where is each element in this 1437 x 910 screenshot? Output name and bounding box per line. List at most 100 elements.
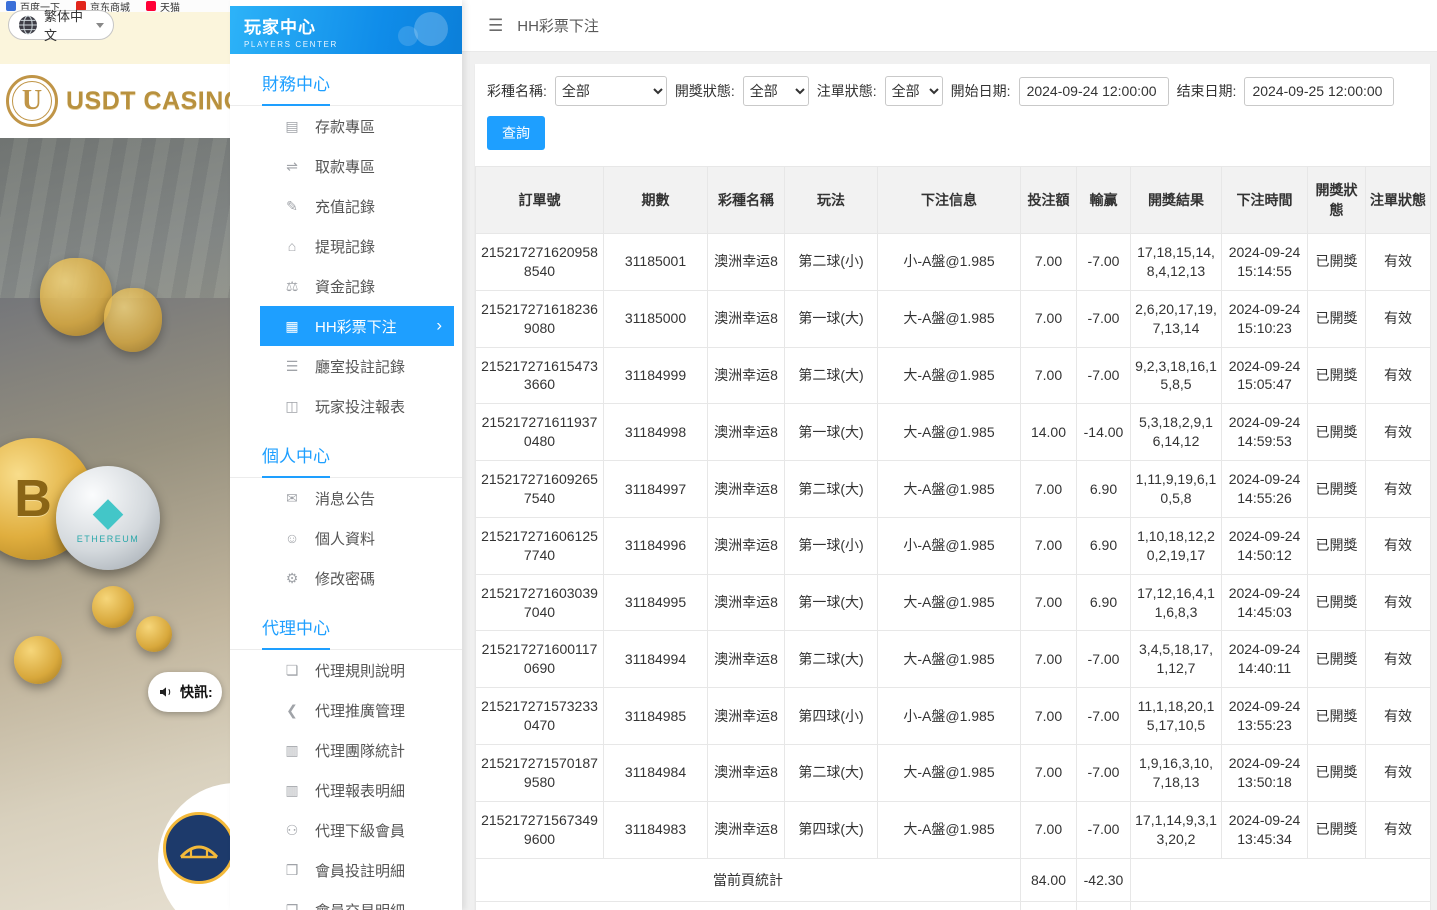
cell-bet-amount: 7.00: [1021, 801, 1077, 858]
cell-bet-amount: 7.00: [1021, 290, 1077, 347]
cell-play-type: 第二球(大): [785, 347, 878, 404]
sidebar-item[interactable]: ▥代理團隊統計: [230, 730, 462, 770]
gold-coin-decoration: [14, 636, 62, 684]
cell-draw-result: 5,3,18,2,9,16,14,12: [1131, 404, 1222, 461]
bookmark-favicon-icon: [146, 1, 156, 11]
sidebar-item[interactable]: ▤存款專區: [230, 106, 462, 146]
gold-coin-decoration: [136, 616, 172, 652]
sidebar-item[interactable]: ⚙修改密碼: [230, 558, 462, 598]
summary-bet-amount: 84.00: [1021, 858, 1077, 902]
sidebar-item[interactable]: ▥代理報表明細: [230, 770, 462, 810]
bet-row: 215217271603039704031184995澳洲幸运8第一球(大)大-…: [476, 574, 1431, 631]
cell-bet-info: 大-A盤@1.985: [878, 745, 1021, 802]
content-card: 彩種名稱: 全部 開獎狀態: 全部 注單狀態: 全部 開始日期: 结束日期: 查…: [475, 64, 1430, 910]
cell-bet-time: 2024-09-24 14:50:12: [1222, 517, 1308, 574]
sidebar-item[interactable]: ☺個人資料: [230, 518, 462, 558]
chevron-down-icon: [96, 23, 104, 28]
cell-bet-time: 2024-09-24 13:45:34: [1222, 801, 1308, 858]
cell-bet-info: 大-A盤@1.985: [878, 801, 1021, 858]
summary-label: 總統計: [476, 902, 1021, 910]
player-report-icon: ◫: [282, 398, 302, 415]
cell-play-type: 第一球(小): [785, 517, 878, 574]
col-header-order-no: 訂單號: [476, 167, 604, 234]
cell-lottery-name: 澳洲幸运8: [708, 404, 785, 461]
cell-bet-amount: 7.00: [1021, 461, 1077, 518]
sidebar-item[interactable]: ✉消息公告: [230, 478, 462, 518]
sidebar-item[interactable]: ❮代理推廣管理: [230, 690, 462, 730]
topbar: ☰ HH彩票下注: [462, 0, 1437, 52]
order-status-select[interactable]: 全部: [885, 76, 943, 106]
sidebar-item[interactable]: ⇌取款專區: [230, 146, 462, 186]
cell-period: 31184996: [604, 517, 708, 574]
notice-icon: ✉: [282, 490, 302, 507]
cell-draw-result: 1,11,9,19,6,10,5,8: [1131, 461, 1222, 518]
floating-widget[interactable]: [158, 783, 230, 910]
sidebar-item[interactable]: ⌂提現記錄: [230, 226, 462, 266]
bet-row: 215217271618236908031185000澳洲幸运8第一球(大)大-…: [476, 290, 1431, 347]
sidebar-item[interactable]: ◫ 玩家投注報表: [230, 386, 462, 426]
sidebar-item-label: HH彩票下注: [315, 316, 397, 337]
sidebar-item-label: 玩家投注報表: [315, 396, 405, 417]
cell-draw-status: 已開獎: [1308, 290, 1366, 347]
cell-lottery-name: 澳洲幸运8: [708, 290, 785, 347]
order-status-filter-label: 注單狀態:: [817, 81, 877, 101]
cell-draw-status: 已開獎: [1308, 631, 1366, 688]
cell-draw-status: 已開獎: [1308, 404, 1366, 461]
player-center-sidebar: 玩家中心 PLAYERS CENTER 財務中心▤存款專區⇌取款專區✎充值記錄⌂…: [230, 0, 462, 910]
cell-period: 31185001: [604, 234, 708, 291]
bookmark-item[interactable]: 天猫: [146, 0, 180, 12]
cell-draw-status: 已開獎: [1308, 745, 1366, 802]
col-header-order-status: 注單狀態: [1366, 167, 1431, 234]
cell-bet-info: 小-A盤@1.985: [878, 234, 1021, 291]
cell-win-loss: -7.00: [1077, 234, 1131, 291]
end-date-input[interactable]: [1244, 77, 1394, 106]
hamburger-menu-icon[interactable]: ☰: [488, 16, 503, 36]
sidebar-item[interactable]: ✎充值記錄: [230, 186, 462, 226]
cell-draw-status: 已開獎: [1308, 234, 1366, 291]
cell-order-status: 有效: [1366, 404, 1431, 461]
cell-order-no: 2152172716001170690: [476, 631, 604, 688]
cell-bet-time: 2024-09-24 14:55:26: [1222, 461, 1308, 518]
sidebar-item[interactable]: ❒會員投註明細: [230, 850, 462, 890]
language-selector[interactable]: 繁体中文: [8, 10, 114, 40]
lottery-select[interactable]: 全部: [555, 76, 667, 106]
cell-win-loss: -14.00: [1077, 404, 1131, 461]
cell-bet-amount: 7.00: [1021, 517, 1077, 574]
cell-bet-amount: 7.00: [1021, 234, 1077, 291]
sidebar-item[interactable]: ⚖資金記錄: [230, 266, 462, 306]
cell-bet-amount: 7.00: [1021, 688, 1077, 745]
sidebar-item[interactable]: ❒會員交易明細: [230, 890, 462, 910]
cell-play-type: 第一球(大): [785, 404, 878, 461]
news-ticker: 快訊:: [148, 672, 222, 712]
cell-period: 31184999: [604, 347, 708, 404]
cell-order-no: 2152172716092657540: [476, 461, 604, 518]
money-bag-decoration: [104, 288, 162, 352]
cell-bet-time: 2024-09-24 14:40:11: [1222, 631, 1308, 688]
cashout-record-icon: ⌂: [282, 238, 302, 254]
filter-bar: 彩種名稱: 全部 開獎狀態: 全部 注單狀態: 全部 開始日期: 结束日期:: [475, 76, 1430, 106]
cell-draw-status: 已開獎: [1308, 801, 1366, 858]
cell-win-loss: 6.90: [1077, 461, 1131, 518]
cell-bet-info: 大-A盤@1.985: [878, 461, 1021, 518]
sidebar-item[interactable]: ☰廳室投註記錄: [230, 346, 462, 386]
recharge-record-icon: ✎: [282, 198, 302, 215]
sidebar-item[interactable]: ▦HH彩票下注: [260, 306, 454, 346]
cell-period: 31184983: [604, 801, 708, 858]
sidebar-item[interactable]: ⚇代理下級會員: [230, 810, 462, 850]
cell-bet-time: 2024-09-24 15:10:23: [1222, 290, 1308, 347]
query-button[interactable]: 查詢: [487, 116, 545, 150]
draw-status-select[interactable]: 全部: [743, 76, 809, 106]
sidebar-menu: 財務中心▤存款專區⇌取款專區✎充值記錄⌂提現記錄⚖資金記錄▦HH彩票下注☰廳室投…: [230, 70, 462, 910]
col-header-period: 期數: [604, 167, 708, 234]
summary-empty: [1131, 858, 1431, 902]
cell-draw-result: 9,2,3,18,16,15,8,5: [1131, 347, 1222, 404]
cell-bet-time: 2024-09-24 13:55:23: [1222, 688, 1308, 745]
cell-play-type: 第二球(大): [785, 745, 878, 802]
sidebar-item[interactable]: ❏代理規則說明: [230, 650, 462, 690]
cell-win-loss: -7.00: [1077, 631, 1131, 688]
bookmark-label: 天猫: [160, 0, 180, 12]
deposit-icon: ▤: [282, 118, 302, 135]
cell-order-status: 有效: [1366, 801, 1431, 858]
start-date-input[interactable]: [1019, 77, 1169, 106]
cell-order-status: 有效: [1366, 631, 1431, 688]
